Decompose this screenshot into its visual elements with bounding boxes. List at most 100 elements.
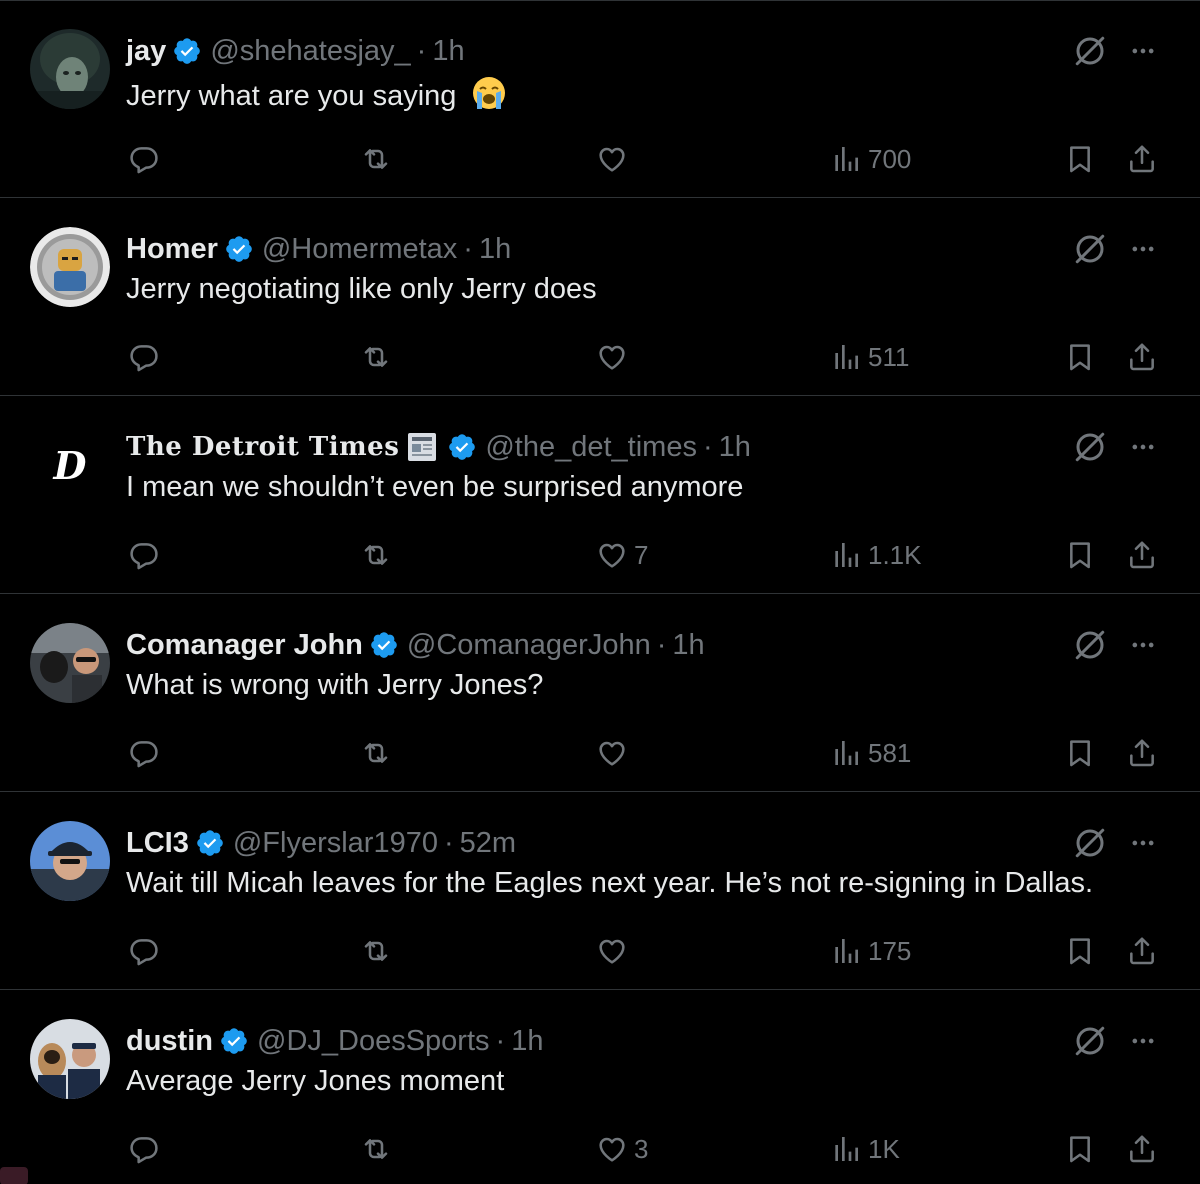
like-button[interactable]: [596, 337, 634, 377]
separator: ·: [656, 628, 667, 661]
reply-button[interactable]: [128, 733, 166, 773]
like-button[interactable]: [596, 733, 634, 773]
user-handle[interactable]: @DJ_DoesSports: [257, 1025, 490, 1058]
tweet[interactable]: Homer @Homermetax · 1h Jerry negotiating…: [0, 199, 1200, 396]
tweet-header: Homer @Homermetax · 1h: [126, 227, 511, 271]
grok-icon[interactable]: [1072, 825, 1108, 861]
like-button[interactable]: 3: [596, 1129, 648, 1169]
display-name[interactable]: jay: [126, 35, 166, 68]
user-handle[interactable]: @the_det_times: [485, 431, 697, 464]
display-name[interactable]: Homer: [126, 233, 218, 266]
user-handle[interactable]: @Flyerslar1970: [233, 827, 438, 860]
bookmark-button[interactable]: [1064, 931, 1096, 971]
timestamp[interactable]: 1h: [432, 35, 464, 68]
reply-button[interactable]: [128, 1129, 166, 1169]
grok-icon[interactable]: [1072, 231, 1108, 267]
views-button[interactable]: 1.1K: [830, 535, 922, 575]
share-button[interactable]: [1126, 535, 1158, 575]
more-options-icon[interactable]: [1126, 433, 1160, 461]
user-handle[interactable]: @shehatesjay_: [210, 35, 410, 68]
like-button[interactable]: 7: [596, 535, 648, 575]
bookmark-icon: [1064, 143, 1096, 175]
analytics-icon: [830, 341, 862, 373]
views-button[interactable]: 511: [830, 337, 909, 377]
tweet-text: What is wrong with Jerry Jones?: [126, 669, 544, 701]
timestamp[interactable]: 1h: [719, 431, 751, 464]
tweet-text: Jerry negotiating like only Jerry does: [126, 273, 597, 305]
display-name[interactable]: The Detroit Times: [126, 432, 399, 462]
verified-badge-icon: [219, 1026, 249, 1056]
tweet-text-content: Jerry what are you saying: [126, 80, 457, 112]
views-button[interactable]: 175: [830, 931, 911, 971]
timestamp[interactable]: 1h: [672, 629, 704, 662]
heart-icon: [596, 737, 628, 769]
analytics-icon: [830, 1133, 862, 1165]
like-button[interactable]: [596, 931, 634, 971]
views-button[interactable]: 700: [830, 139, 911, 179]
bookmark-icon: [1064, 539, 1096, 571]
avatar[interactable]: [30, 1019, 110, 1099]
display-name[interactable]: dustin: [126, 1025, 213, 1058]
retweet-button[interactable]: [360, 733, 398, 773]
analytics-icon: [830, 539, 862, 571]
share-button[interactable]: [1126, 733, 1158, 773]
tweet-actions: 7 1.1K: [0, 535, 1200, 575]
timestamp[interactable]: 1h: [479, 233, 511, 266]
user-handle[interactable]: @ComanagerJohn: [407, 629, 651, 662]
avatar[interactable]: [30, 821, 110, 901]
tweet[interactable]: dustin @DJ_DoesSports · 1h Average Jerry…: [0, 991, 1200, 1184]
heart-icon: [596, 341, 628, 373]
bookmark-icon: [1064, 341, 1096, 373]
bookmark-button[interactable]: [1064, 535, 1096, 575]
corner-indicator: [0, 1167, 28, 1184]
heart-icon: [596, 1133, 628, 1165]
grok-icon[interactable]: [1072, 627, 1108, 663]
verified-badge-icon: [172, 36, 202, 66]
reply-button[interactable]: [128, 337, 166, 377]
reply-button[interactable]: [128, 931, 166, 971]
more-options-icon[interactable]: [1126, 631, 1160, 659]
bookmark-button[interactable]: [1064, 139, 1096, 179]
avatar[interactable]: D: [30, 425, 110, 505]
like-button[interactable]: [596, 139, 634, 179]
avatar[interactable]: [30, 227, 110, 307]
share-button[interactable]: [1126, 931, 1158, 971]
more-options-icon[interactable]: [1126, 1027, 1160, 1055]
tweet[interactable]: D The Detroit Times @the_det_times · 1h …: [0, 397, 1200, 594]
timestamp[interactable]: 1h: [511, 1025, 543, 1058]
tweet-header: Comanager John @ComanagerJohn · 1h: [126, 623, 705, 667]
avatar[interactable]: [30, 623, 110, 703]
user-handle[interactable]: @Homermetax: [262, 233, 457, 266]
share-button[interactable]: [1126, 337, 1158, 377]
avatar[interactable]: [30, 29, 110, 109]
retweet-button[interactable]: [360, 337, 398, 377]
share-button[interactable]: [1126, 139, 1158, 179]
grok-icon[interactable]: [1072, 33, 1108, 69]
retweet-button[interactable]: [360, 931, 398, 971]
bookmark-icon: [1064, 1133, 1096, 1165]
more-options-icon[interactable]: [1126, 235, 1160, 263]
reply-button[interactable]: [128, 535, 166, 575]
like-count: 3: [634, 1133, 649, 1164]
tweet[interactable]: LCI3 @Flyerslar1970 · 52m Wait till Mica…: [0, 793, 1200, 990]
bookmark-button[interactable]: [1064, 1129, 1096, 1169]
grok-icon[interactable]: [1072, 429, 1108, 465]
share-button[interactable]: [1126, 1129, 1158, 1169]
tweet[interactable]: Comanager John @ComanagerJohn · 1h What …: [0, 595, 1200, 792]
bookmark-button[interactable]: [1064, 733, 1096, 773]
views-button[interactable]: 581: [830, 733, 911, 773]
display-name[interactable]: LCI3: [126, 827, 189, 860]
display-name[interactable]: Comanager John: [126, 629, 363, 662]
views-button[interactable]: 1K: [830, 1129, 900, 1169]
timestamp[interactable]: 52m: [460, 827, 516, 860]
reply-button[interactable]: [128, 139, 166, 179]
more-options-icon[interactable]: [1126, 829, 1160, 857]
bookmark-button[interactable]: [1064, 337, 1096, 377]
grok-icon[interactable]: [1072, 1023, 1108, 1059]
retweet-button[interactable]: [360, 1129, 398, 1169]
retweet-button[interactable]: [360, 535, 398, 575]
more-options-icon[interactable]: [1126, 37, 1160, 65]
retweet-button[interactable]: [360, 139, 398, 179]
tweet-text: Wait till Micah leaves for the Eagles ne…: [126, 867, 1094, 899]
tweet[interactable]: jay @shehatesjay_ · 1h Jerry what are yo…: [0, 1, 1200, 198]
